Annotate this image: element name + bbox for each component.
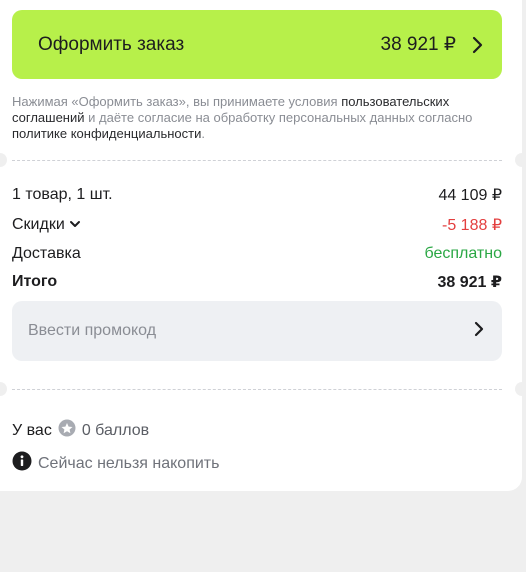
- loyalty-points: У вас 0 баллов: [12, 419, 149, 442]
- legal-notice: Нажимая «Оформить заказ», вы принимаете …: [12, 94, 512, 142]
- chevron-right-icon: [474, 321, 484, 342]
- checkout-button-price: 38 921 ₽: [380, 34, 456, 55]
- privacy-policy-link[interactable]: политике конфиденциальности: [12, 126, 201, 141]
- delivery-value: бесплатно: [424, 245, 503, 262]
- legal-text: и даёте согласие на обработку персональн…: [84, 110, 473, 125]
- divider-notch: [0, 153, 7, 167]
- discount-value: -5 188 ₽: [442, 217, 502, 234]
- order-summary-card: Оформить заказ 38 921 ₽ Нажимая «Оформит…: [0, 0, 526, 491]
- divider: [12, 389, 502, 390]
- summary-discount-row: Скидки -5 188 ₽: [12, 215, 502, 235]
- total-label: Итого: [12, 273, 58, 290]
- points-hint-text: Сейчас нельзя накопить: [38, 454, 220, 472]
- points-prefix: У вас: [12, 421, 52, 439]
- divider-notch: [515, 382, 526, 396]
- chevron-down-icon: [69, 216, 81, 234]
- points-hint: Сейчас нельзя накопить: [12, 451, 219, 476]
- checkout-button[interactable]: Оформить заказ 38 921 ₽: [12, 10, 502, 79]
- total-value: 38 921 ₽: [437, 274, 502, 291]
- delivery-label: Доставка: [12, 245, 81, 262]
- items-value: 44 109 ₽: [438, 187, 502, 204]
- checkout-button-label: Оформить заказ: [38, 33, 185, 55]
- coin-icon: [58, 419, 76, 442]
- divider-notch: [515, 153, 526, 167]
- discount-toggle[interactable]: Скидки: [12, 216, 81, 234]
- info-icon: [12, 451, 32, 476]
- legal-text: .: [201, 126, 205, 141]
- summary-total-row: Итого 38 921 ₽: [12, 272, 502, 292]
- items-label: 1 товар, 1 шт.: [12, 186, 113, 203]
- summary-items-row: 1 товар, 1 шт. 44 109 ₽: [12, 185, 502, 205]
- chevron-right-icon: [468, 36, 486, 54]
- promo-code-placeholder: Ввести промокод: [28, 322, 157, 339]
- summary-delivery-row: Доставка бесплатно: [12, 245, 502, 263]
- legal-text: Нажимая «Оформить заказ», вы принимаете …: [12, 94, 342, 109]
- divider: [12, 160, 502, 161]
- promo-code-button[interactable]: Ввести промокод: [12, 301, 502, 361]
- points-count: 0 баллов: [81, 421, 150, 439]
- discount-label: Скидки: [12, 216, 65, 233]
- divider-notch: [0, 382, 7, 396]
